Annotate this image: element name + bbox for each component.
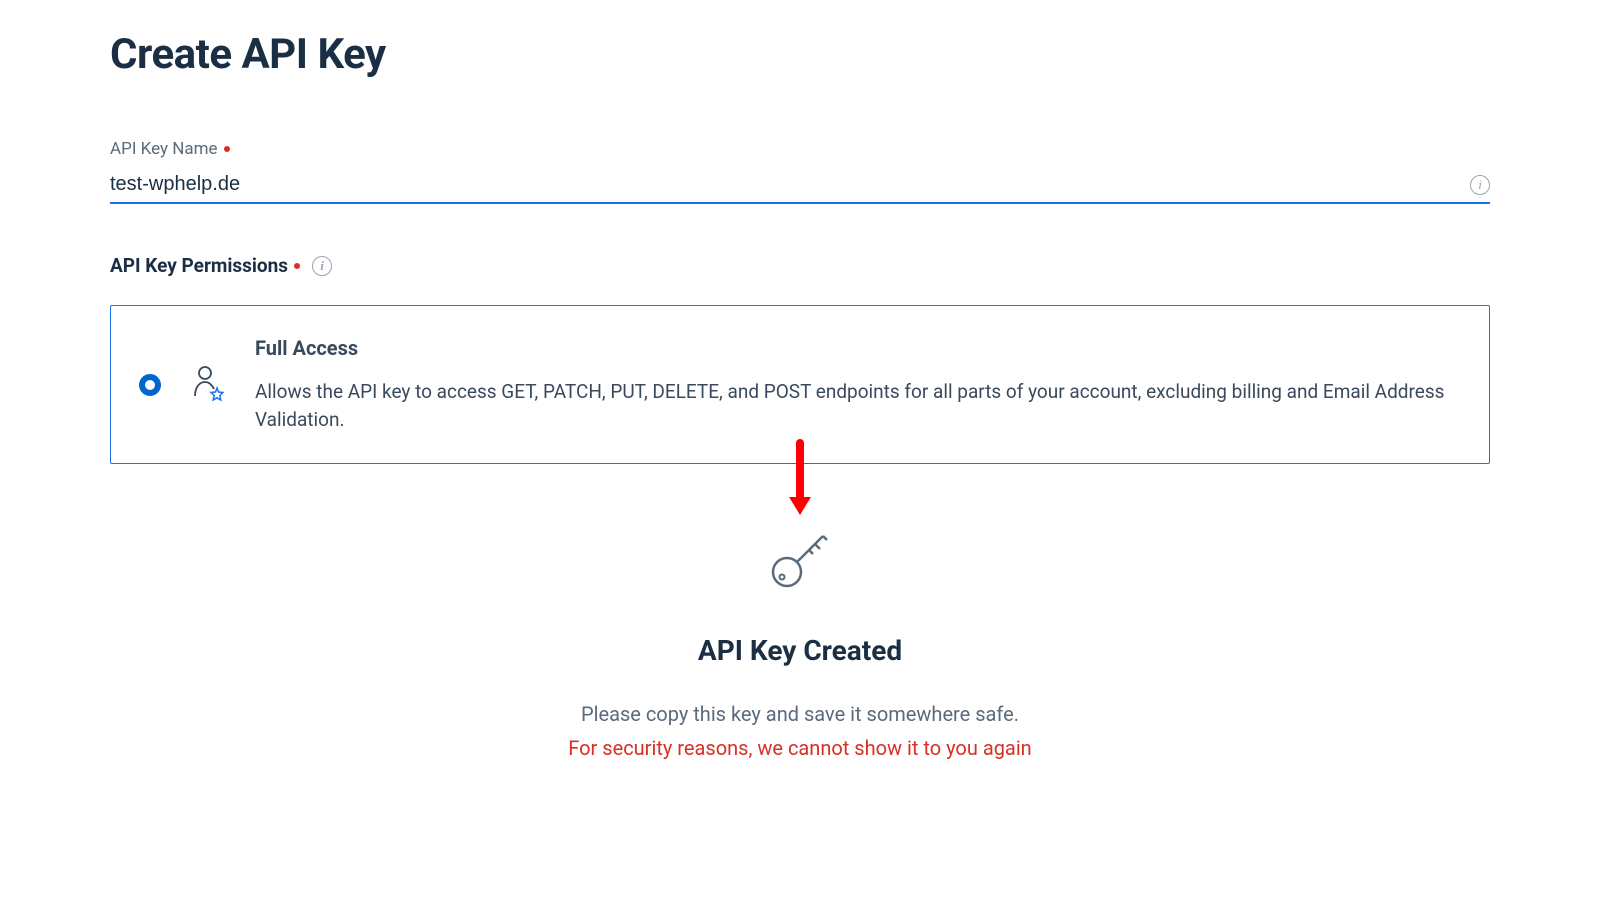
info-icon[interactable]: i <box>1470 175 1490 195</box>
api-key-created-section: API Key Created Please copy this key and… <box>110 524 1490 760</box>
key-icon <box>110 524 1490 594</box>
arrow-down-annotation <box>110 439 1490 519</box>
permission-content: Full Access Allows the API key to access… <box>255 336 1461 433</box>
info-icon[interactable]: i <box>312 256 332 276</box>
api-key-created-warning: For security reasons, we cannot show it … <box>110 736 1490 760</box>
user-star-icon <box>191 364 225 406</box>
api-key-created-message: Please copy this key and save it somewhe… <box>110 702 1490 726</box>
permissions-header: API Key Permissions i <box>110 254 1490 277</box>
permission-title: Full Access <box>255 336 1461 360</box>
permission-description: Allows the API key to access GET, PATCH,… <box>255 378 1461 433</box>
api-key-created-title: API Key Created <box>110 634 1490 667</box>
api-key-name-label-text: API Key Name <box>110 139 218 159</box>
page-title: Create API Key <box>110 30 1490 79</box>
api-key-name-field: API Key Name i <box>110 139 1490 204</box>
radio-full-access[interactable] <box>139 374 161 396</box>
api-key-name-input[interactable] <box>110 167 1470 202</box>
api-key-name-input-wrapper: i <box>110 167 1490 204</box>
permissions-header-text: API Key Permissions <box>110 254 288 277</box>
required-indicator <box>224 146 230 152</box>
api-key-name-label: API Key Name <box>110 139 1490 159</box>
required-indicator <box>294 263 300 269</box>
